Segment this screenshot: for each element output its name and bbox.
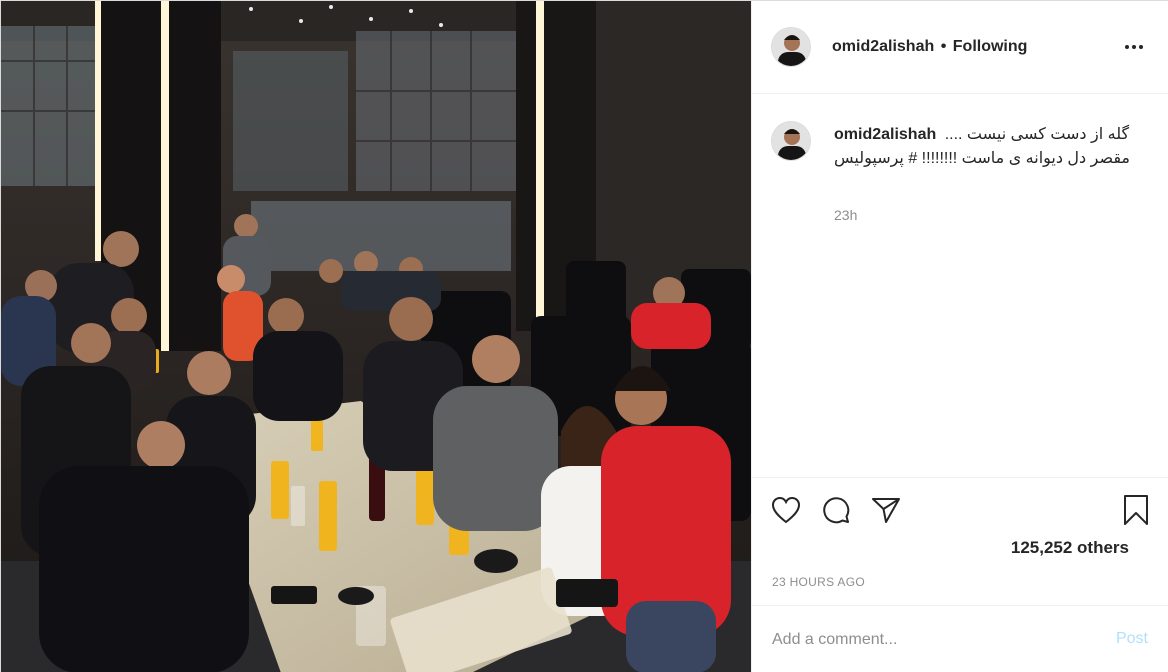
more-dot [1139, 45, 1143, 49]
more-dot [1132, 45, 1136, 49]
comment-icon-glyph [823, 497, 850, 524]
avatar-image [772, 28, 810, 66]
post-timestamp[interactable]: 23 HOURS AGO [772, 575, 865, 589]
caption-avatar[interactable] [771, 121, 811, 161]
restaurant-group-photo [1, 1, 751, 672]
caption-timestamp[interactable]: 23h [834, 207, 857, 223]
caption: omid2alishah گله از دست کسی نیست .... مق… [834, 123, 1144, 171]
share-icon[interactable] [870, 494, 902, 526]
avatar-image [772, 122, 810, 160]
heart-icon-glyph [771, 496, 801, 524]
comment-input[interactable] [772, 626, 1092, 654]
share-icon-glyph [872, 498, 900, 523]
post-button[interactable]: Post [1116, 630, 1148, 648]
bookmark-icon-glyph [1124, 495, 1148, 525]
header-username: omid2alishah • Following [832, 38, 1027, 56]
caption-username[interactable]: omid2alishah [834, 126, 936, 143]
post-header: omid2alishah • Following [752, 1, 1168, 94]
avatar[interactable] [771, 27, 811, 67]
action-bar [752, 477, 1168, 541]
add-comment-bar: Post [752, 605, 1168, 672]
following-button[interactable]: Following [953, 38, 1028, 55]
more-horizontal-icon[interactable] [1120, 35, 1148, 59]
likes-count[interactable]: 125,252 others [1011, 538, 1129, 558]
post-sidebar: omid2alishah • Following omid2alishah گل… [751, 1, 1168, 672]
heart-icon[interactable] [770, 494, 802, 526]
bookmark-icon[interactable] [1120, 494, 1152, 526]
separator-dot: • [940, 38, 947, 55]
post-photo[interactable] [1, 1, 751, 672]
username-link[interactable]: omid2alishah [832, 38, 934, 55]
comment-icon[interactable] [820, 494, 852, 526]
more-dot [1125, 45, 1129, 49]
post-modal: omid2alishah • Following omid2alishah گل… [0, 0, 1168, 672]
